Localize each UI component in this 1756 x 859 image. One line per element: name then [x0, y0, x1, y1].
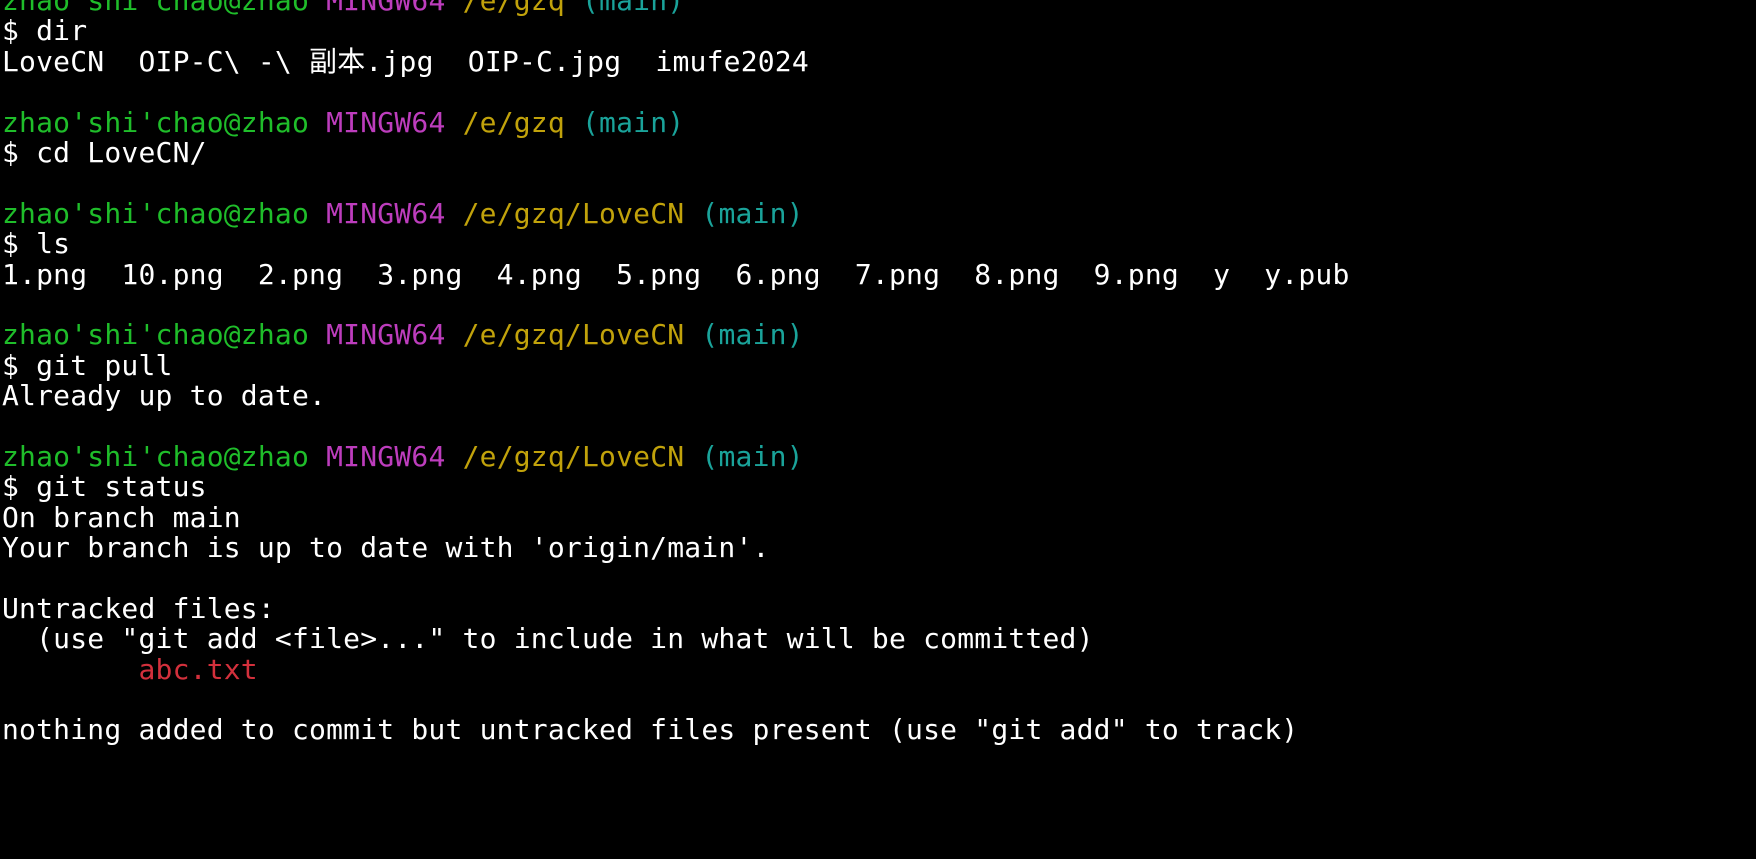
prompt-line: zhao'shi'chao@zhao MINGW64 /e/gzq (main)	[2, 105, 1752, 139]
output-line-text: 1.png 10.png 2.png 3.png 4.png 5.png 6.p…	[2, 257, 1350, 291]
prompt-line: zhao'shi'chao@zhao MINGW64 /e/gzq/LoveCN…	[2, 320, 1752, 350]
prompt-path: /e/gzq/LoveCN	[462, 439, 685, 473]
output-line: Untracked files:	[2, 591, 1752, 625]
command-line-text: $ git status	[2, 470, 207, 504]
output-line-text: Already up to date.	[2, 379, 327, 413]
command-line-text: $ git pull	[2, 348, 173, 382]
prompt-line: zhao'shi'chao@zhao MINGW64 /e/gzq (main)	[2, 0, 1752, 16]
command-line-text: $ ls	[2, 227, 71, 261]
prompt-path: /e/gzq/LoveCN	[462, 196, 685, 230]
command-line: $ dir	[2, 16, 1752, 46]
output-line: nothing added to commit but untracked fi…	[2, 715, 1752, 745]
prompt-system: MINGW64	[326, 196, 446, 230]
untracked-file-text: abc.txt	[2, 652, 258, 686]
output-line-text: LoveCN OIP-C\ -\ 副本.jpg OIP-C.jpg imufe2…	[2, 44, 809, 78]
command-line: $ ls	[2, 227, 1752, 261]
command-line-text: $ dir	[2, 14, 88, 48]
prompt-path: /e/gzq	[462, 105, 565, 139]
prompt-branch: (main)	[701, 318, 804, 352]
prompt-branch: (main)	[701, 439, 804, 473]
output-line-text: Untracked files:	[2, 591, 275, 625]
command-line: $ git status	[2, 472, 1752, 502]
command-line-text: $ cd LoveCN/	[2, 135, 207, 169]
prompt-branch: (main)	[701, 196, 804, 230]
output-line: Your branch is up to date with 'origin/m…	[2, 531, 1752, 565]
command-line: $ git pull	[2, 348, 1752, 382]
prompt-path: /e/gzq	[462, 0, 565, 17]
prompt-user: zhao'shi'chao@zhao	[2, 196, 310, 230]
output-line-text: nothing added to commit but untracked fi…	[2, 713, 1299, 747]
output-line: LoveCN OIP-C\ -\ 副本.jpg OIP-C.jpg imufe2…	[2, 44, 1752, 78]
prompt-user: zhao'shi'chao@zhao	[2, 439, 310, 473]
prompt-user: zhao'shi'chao@zhao	[2, 105, 310, 139]
prompt-branch: (main)	[582, 0, 685, 17]
command-line: $ cd LoveCN/	[2, 135, 1752, 169]
prompt-user: zhao'shi'chao@zhao	[2, 318, 310, 352]
untracked-file: abc.txt	[2, 652, 1752, 686]
output-line: Already up to date.	[2, 379, 1752, 413]
prompt-line: zhao'shi'chao@zhao MINGW64 /e/gzq/LoveCN…	[2, 439, 1752, 473]
output-line: 1.png 10.png 2.png 3.png 4.png 5.png 6.p…	[2, 257, 1752, 291]
prompt-system: MINGW64	[326, 318, 446, 352]
prompt-line: zhao'shi'chao@zhao MINGW64 /e/gzq/LoveCN…	[2, 196, 1752, 230]
prompt-system: MINGW64	[326, 439, 446, 473]
terminal-window[interactable]: zhao'shi'chao@zhao MINGW64 /e/gzq (main)…	[2, 0, 1752, 746]
prompt-branch: (main)	[582, 105, 685, 139]
prompt-system: MINGW64	[326, 0, 446, 17]
output-line-text: On branch main	[2, 500, 241, 534]
output-line-text: (use "git add <file>..." to include in w…	[2, 622, 1094, 656]
prompt-path: /e/gzq/LoveCN	[462, 318, 685, 352]
output-line: (use "git add <file>..." to include in w…	[2, 624, 1752, 654]
output-line: On branch main	[2, 500, 1752, 534]
output-line-text: Your branch is up to date with 'origin/m…	[2, 531, 770, 565]
prompt-system: MINGW64	[326, 105, 446, 139]
